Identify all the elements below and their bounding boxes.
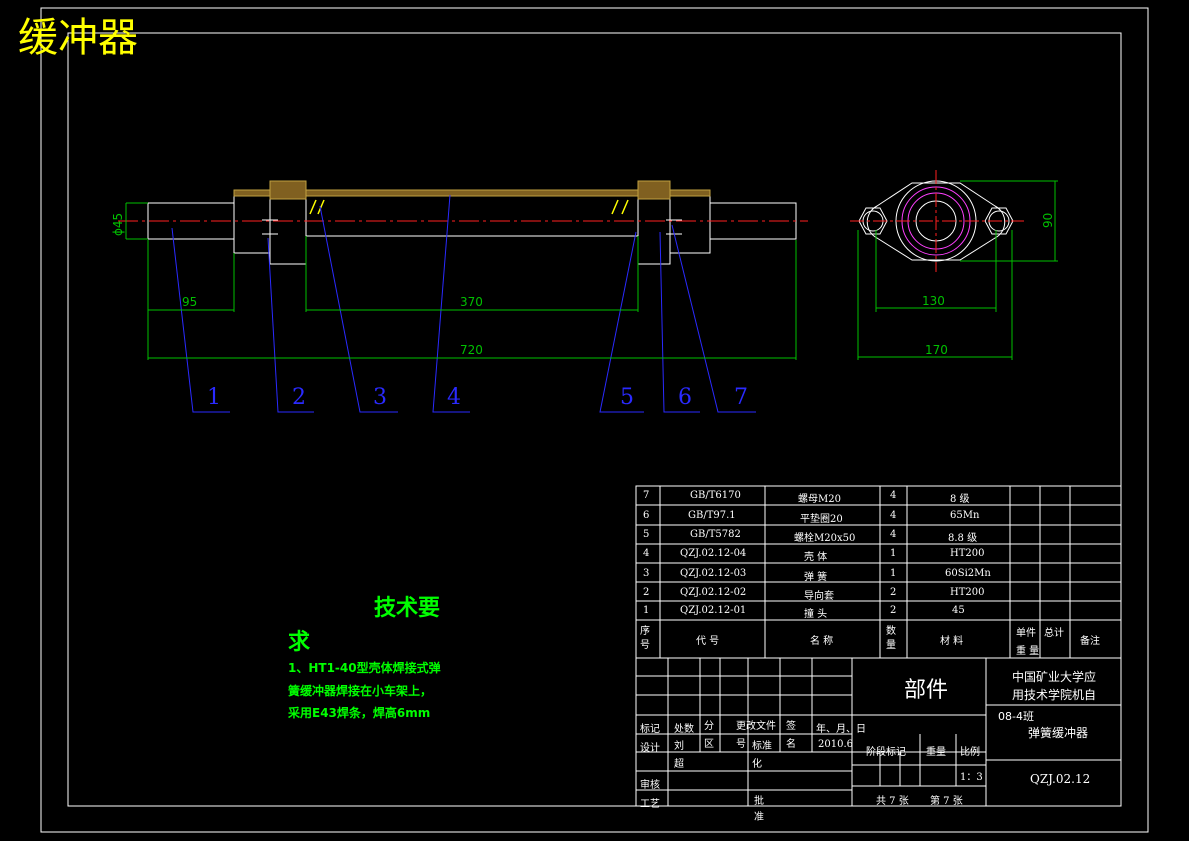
tech-req-line-1: 1、HT1-40型壳体焊接式弹	[288, 661, 441, 675]
dim-130: 130	[922, 294, 945, 308]
front-view	[147, 180, 797, 265]
tb-stage: 阶段标记	[866, 747, 906, 758]
outer-frame	[40, 7, 1149, 833]
part-number-5: 5	[620, 385, 634, 410]
hdr-qty: 数量	[886, 626, 896, 651]
tb-scale-value: 1：3	[960, 772, 983, 783]
hdr-material: 材 料	[940, 636, 964, 647]
tb-designer: 刘 超	[674, 741, 684, 770]
dim-90: 90	[1041, 213, 1055, 228]
tb-zone: 分 区	[704, 721, 714, 750]
tb-count: 处数	[674, 724, 694, 735]
tb-date-hdr: 年、月、日	[816, 724, 866, 735]
tech-req-heading-1: 技术要	[374, 596, 441, 621]
part-number-6: 6	[678, 385, 692, 410]
school-line-2: 用技术学院机自	[1012, 688, 1097, 702]
hdr-weight: 重 量	[1016, 646, 1040, 657]
part-label: 部件	[904, 678, 949, 703]
tb-sheet-no: 第 7 张	[930, 796, 963, 807]
inner-frame	[67, 32, 1122, 807]
tb-mark: 标记	[640, 724, 660, 735]
tb-scale: 比例	[960, 747, 980, 758]
dim-370: 370	[460, 295, 483, 309]
dim-720: 720	[460, 343, 483, 357]
hdr-code: 代 号	[696, 636, 720, 647]
tech-req-line-2: 簧缓冲器焊接在小车架上，	[288, 684, 433, 698]
hdr-remark: 备注	[1080, 636, 1100, 647]
class-label: 08-4班	[998, 710, 1034, 723]
dim-95: 95	[182, 295, 197, 309]
drawing-number: QZJ.02.12	[1030, 772, 1091, 786]
part-number-3: 3	[373, 385, 387, 410]
hdr-total: 总计	[1044, 628, 1064, 639]
tb-date: 2010.6	[818, 739, 853, 750]
hdr-unit: 单件	[1016, 628, 1036, 639]
page-title: 缓冲器	[18, 15, 138, 61]
tb-weight: 重量	[926, 747, 946, 758]
tb-design: 设计	[640, 743, 660, 754]
dim-170: 170	[925, 343, 948, 357]
part-number-2: 2	[292, 385, 306, 410]
hdr-no: 序号	[640, 626, 650, 651]
part-number-4: 4	[447, 385, 461, 410]
tb-approve: 批 准	[754, 796, 764, 823]
tb-review: 审核	[640, 780, 660, 791]
drawing-name: 弹簧缓冲器	[1028, 726, 1089, 740]
hdr-name: 名 称	[810, 636, 834, 647]
tech-req-line-3: 采用E43焊条，焊高6mm	[288, 706, 431, 720]
part-number-1: 1	[207, 385, 221, 410]
tech-req-heading-2: 求	[288, 630, 311, 655]
part-number-7: 7	[734, 385, 748, 410]
school-line-1: 中国矿业大学应	[1012, 670, 1097, 684]
tb-sheets: 共 7 张	[876, 796, 909, 807]
tb-standardize: 标准 化	[752, 741, 772, 770]
tb-process: 工艺	[640, 799, 660, 810]
dim-dia45: ϕ45	[111, 213, 125, 236]
tb-sign: 签 名	[786, 721, 796, 750]
